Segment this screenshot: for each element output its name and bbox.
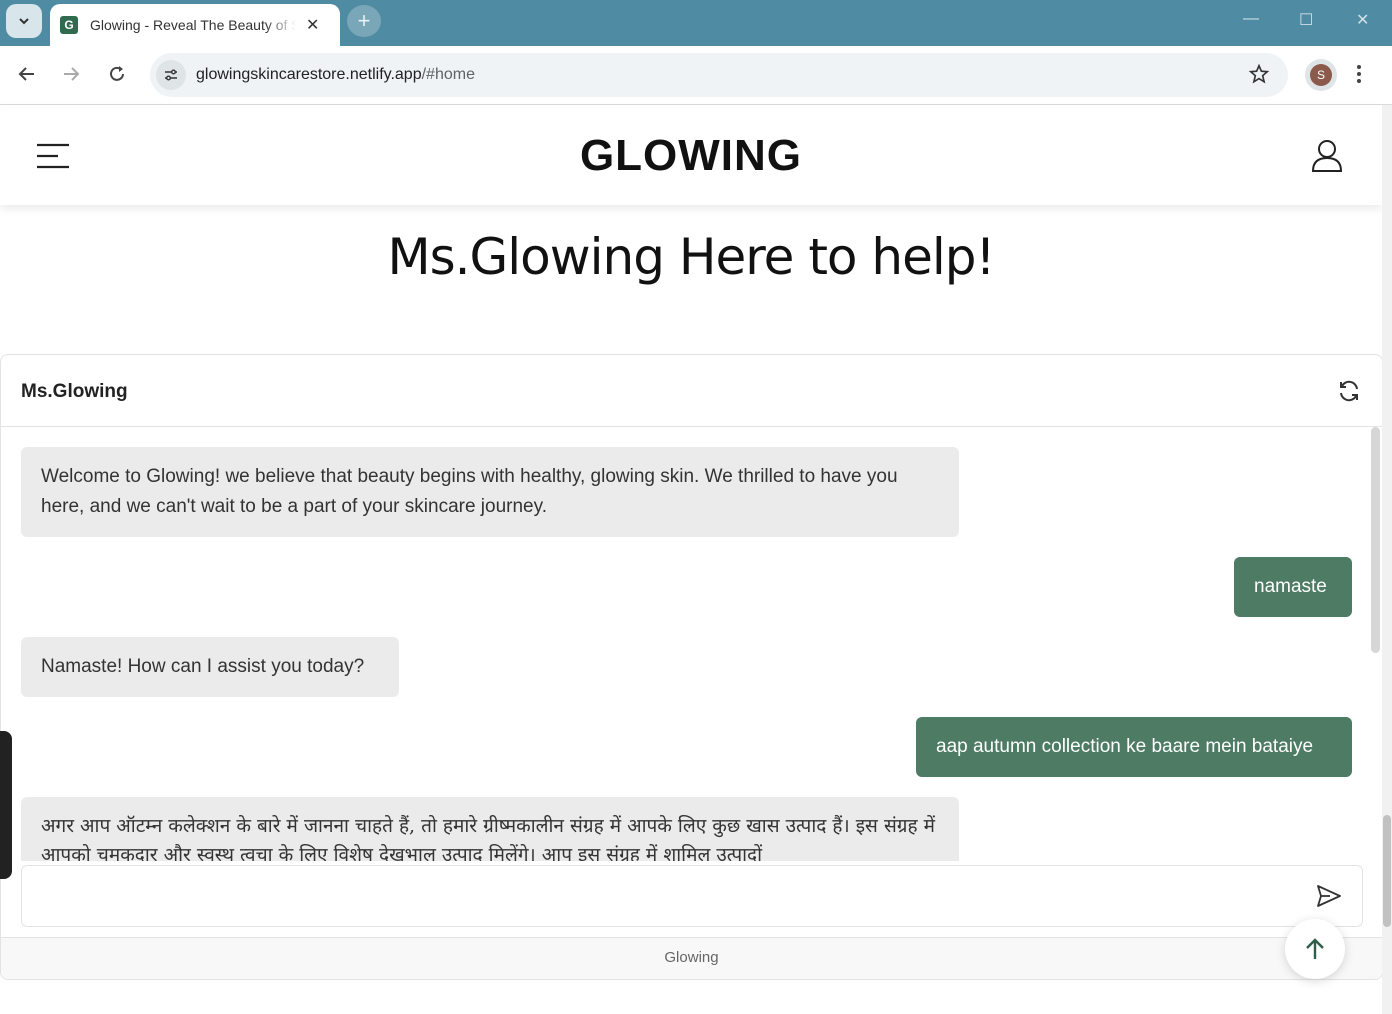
bookmark-star-icon[interactable] — [1248, 63, 1270, 90]
reload-button[interactable] — [105, 62, 129, 86]
maximize-icon[interactable]: ☐ — [1299, 10, 1313, 30]
back-button[interactable] — [15, 62, 39, 86]
browser-tab[interactable]: G Glowing - Reveal The Beauty of Skin ✕ — [50, 4, 340, 46]
chat-input[interactable] — [32, 876, 1296, 918]
browser-tabbar: G Glowing - Reveal The Beauty of Skin ✕ … — [0, 0, 1392, 46]
user-icon[interactable] — [1311, 139, 1343, 178]
forward-button[interactable] — [59, 62, 83, 86]
chat-agent-name: Ms.Glowing — [21, 381, 128, 402]
site-header: GLOWING — [0, 105, 1382, 205]
close-window-icon[interactable]: ✕ — [1356, 10, 1369, 30]
scroll-to-top-button[interactable] — [1285, 919, 1345, 979]
chat-messages: Welcome to Glowing! we believe that beau… — [1, 427, 1382, 861]
refresh-icon[interactable] — [1337, 379, 1361, 408]
page-title: Ms.Glowing Here to help! — [387, 228, 995, 286]
close-tab-icon[interactable]: ✕ — [306, 15, 319, 35]
browser-menu-icon[interactable] — [1356, 63, 1362, 90]
chat-widget: Ms.Glowing Welcome to Glowing! we believ… — [0, 354, 1383, 980]
user-message: aap autumn collection ke baare mein bata… — [916, 717, 1352, 777]
user-message: namaste — [1234, 557, 1352, 617]
minimize-icon[interactable]: — — [1243, 10, 1259, 28]
profile-avatar[interactable]: S — [1305, 59, 1337, 91]
side-toolbar-widget[interactable] — [0, 731, 12, 879]
url-text: glowingskincarestore.netlify.app/#home — [196, 66, 475, 83]
site-info-icon[interactable] — [156, 60, 186, 90]
chat-header: Ms.Glowing — [1, 355, 1382, 427]
tab-title: Glowing - Reveal The Beauty of Skin — [90, 17, 296, 33]
favicon-icon: G — [60, 16, 78, 34]
page-scrollbar-thumb[interactable] — [1383, 815, 1391, 927]
chat-footer: Glowing — [1, 937, 1382, 979]
reload-icon — [110, 66, 124, 81]
bot-message: Welcome to Glowing! we believe that beau… — [21, 447, 959, 537]
chat-scrollbar[interactable] — [1371, 427, 1380, 653]
send-icon[interactable] — [1316, 884, 1342, 913]
arrow-left-icon — [18, 67, 34, 81]
chat-input-box — [21, 865, 1363, 927]
browser-toolbar: glowingskincarestore.netlify.app/#home — [0, 46, 1392, 105]
address-bar[interactable]: glowingskincarestore.netlify.app/#home — [150, 53, 1288, 97]
chevron-down-icon — [19, 18, 29, 25]
bot-message: अगर आप ऑटम्न कलेक्शन के बारे में जानना च… — [21, 797, 959, 861]
arrow-right-icon — [64, 67, 80, 81]
site-logo[interactable]: GLOWING — [0, 131, 1382, 181]
new-tab-button[interactable]: + — [347, 5, 381, 37]
tab-search-button[interactable] — [6, 4, 42, 38]
bot-message: Namaste! How can I assist you today? — [21, 637, 399, 697]
arrow-up-icon — [1306, 938, 1324, 959]
